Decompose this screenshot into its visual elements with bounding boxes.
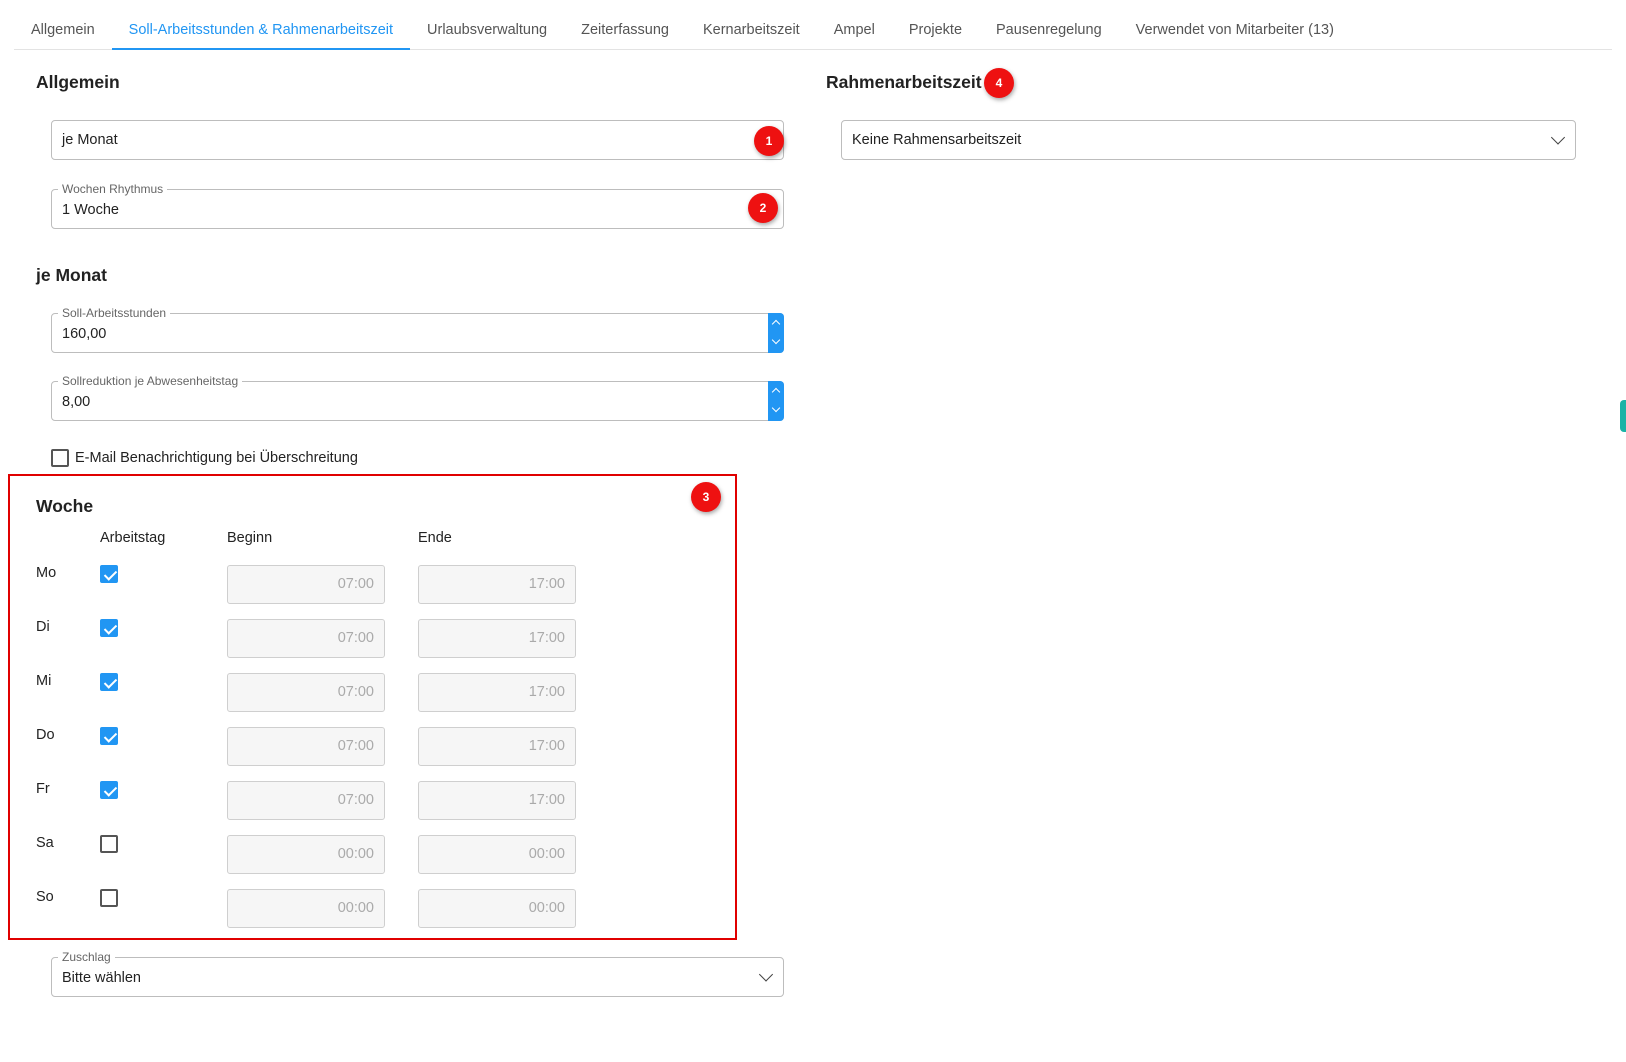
wochen-rhythmus-label: Wochen Rhythmus	[58, 182, 168, 196]
badge-2: 2	[748, 193, 778, 223]
end-time-input[interactable]: 17:00	[418, 727, 576, 766]
woche-heading: Woche	[36, 496, 94, 516]
workday-checkbox[interactable]	[100, 889, 118, 907]
email-notification-checkbox[interactable]	[51, 449, 69, 467]
soll-arbeitsstunden-value: 160,00	[62, 326, 107, 342]
zuschlag-value: Bitte wählen	[62, 970, 141, 986]
chevron-down-icon[interactable]	[771, 335, 781, 345]
tab-kernarbeitszeit[interactable]: Kernarbeitszeit	[686, 14, 817, 50]
wochen-rhythmus-select[interactable]: Wochen Rhythmus 1 Woche	[51, 182, 784, 229]
tab-soll-arbeitsstunden[interactable]: Soll-Arbeitsstunden & Rahmenarbeitszeit	[111, 14, 411, 50]
tab-pausenregelung[interactable]: Pausenregelung	[979, 14, 1119, 50]
chevron-up-icon[interactable]	[771, 319, 781, 329]
badge-3: 3	[691, 482, 721, 512]
col-header-ende: Ende	[418, 530, 452, 546]
day-label: Sa	[36, 835, 54, 851]
period-value: je Monat	[62, 132, 118, 148]
day-label: Mo	[36, 565, 57, 581]
soll-arbeitsstunden-spinner[interactable]	[768, 313, 784, 353]
tab-projekte[interactable]: Projekte	[892, 14, 979, 50]
tab-zeiterfassung[interactable]: Zeiterfassung	[564, 14, 686, 50]
start-time-input[interactable]: 07:00	[227, 673, 385, 712]
tab-allgemein[interactable]: Allgemein	[14, 14, 112, 50]
sollreduktion-value: 8,00	[62, 394, 91, 410]
day-label: Di	[36, 619, 50, 635]
period-select[interactable]: je Monat	[51, 120, 784, 160]
sollreduktion-label: Sollreduktion je Abwesenheitstag	[58, 374, 243, 388]
start-time-input[interactable]: 00:00	[227, 835, 385, 874]
chevron-down-icon[interactable]	[1550, 130, 1566, 145]
start-time-input[interactable]: 00:00	[227, 889, 385, 928]
email-notification-label: E-Mail Benachrichtigung bei Überschreitu…	[75, 450, 358, 466]
tab-bar: Allgemein Soll-Arbeitsstunden & Rahmenar…	[14, 14, 1612, 50]
end-time-input[interactable]: 17:00	[418, 673, 576, 712]
end-time-input[interactable]: 00:00	[418, 835, 576, 874]
end-time-input[interactable]: 17:00	[418, 781, 576, 820]
workday-checkbox[interactable]	[100, 727, 118, 745]
chevron-up-icon[interactable]	[771, 387, 781, 397]
side-panel-handle[interactable]	[1620, 400, 1626, 432]
start-time-input[interactable]: 07:00	[227, 619, 385, 658]
badge-4: 4	[984, 68, 1014, 98]
workday-checkbox[interactable]	[100, 673, 118, 691]
zuschlag-select[interactable]: Zuschlag Bitte wählen	[51, 950, 784, 997]
sollreduktion-input[interactable]: Sollreduktion je Abwesenheitstag 8,00	[51, 374, 784, 421]
end-time-input[interactable]: 00:00	[418, 889, 576, 928]
workday-checkbox[interactable]	[100, 835, 118, 853]
workday-checkbox[interactable]	[100, 781, 118, 799]
workday-checkbox[interactable]	[100, 619, 118, 637]
day-label: So	[36, 889, 54, 905]
je-monat-heading: je Monat	[36, 265, 107, 285]
tab-ampel[interactable]: Ampel	[817, 14, 892, 50]
wochen-rhythmus-value: 1 Woche	[62, 202, 119, 218]
rahmenarbeitszeit-heading: Rahmenarbeitszeit	[826, 72, 982, 92]
tab-urlaubsverwaltung[interactable]: Urlaubsverwaltung	[410, 14, 564, 50]
day-label: Fr	[36, 781, 50, 797]
chevron-down-icon[interactable]	[771, 403, 781, 413]
end-time-input[interactable]: 17:00	[418, 565, 576, 604]
rahmenarbeitszeit-select[interactable]: Keine Rahmensarbeitszeit	[841, 120, 1576, 160]
soll-arbeitsstunden-input[interactable]: Soll-Arbeitsstunden 160,00	[51, 306, 784, 353]
start-time-input[interactable]: 07:00	[227, 565, 385, 604]
allgemein-heading: Allgemein	[36, 72, 120, 92]
start-time-input[interactable]: 07:00	[227, 727, 385, 766]
zuschlag-label: Zuschlag	[58, 950, 115, 964]
rahmenarbeitszeit-value: Keine Rahmensarbeitszeit	[852, 132, 1022, 148]
badge-1: 1	[754, 126, 784, 156]
col-header-beginn: Beginn	[227, 530, 273, 546]
chevron-down-icon[interactable]	[758, 967, 774, 982]
soll-arbeitsstunden-label: Soll-Arbeitsstunden	[58, 306, 171, 320]
end-time-input[interactable]: 17:00	[418, 619, 576, 658]
tab-verwendet-von-mitarbeiter[interactable]: Verwendet von Mitarbeiter (13)	[1119, 14, 1351, 50]
day-label: Do	[36, 727, 55, 743]
col-header-arbeitstag: Arbeitstag	[100, 530, 166, 546]
sollreduktion-spinner[interactable]	[768, 381, 784, 421]
workday-checkbox[interactable]	[100, 565, 118, 583]
start-time-input[interactable]: 07:00	[227, 781, 385, 820]
day-label: Mi	[36, 673, 52, 689]
